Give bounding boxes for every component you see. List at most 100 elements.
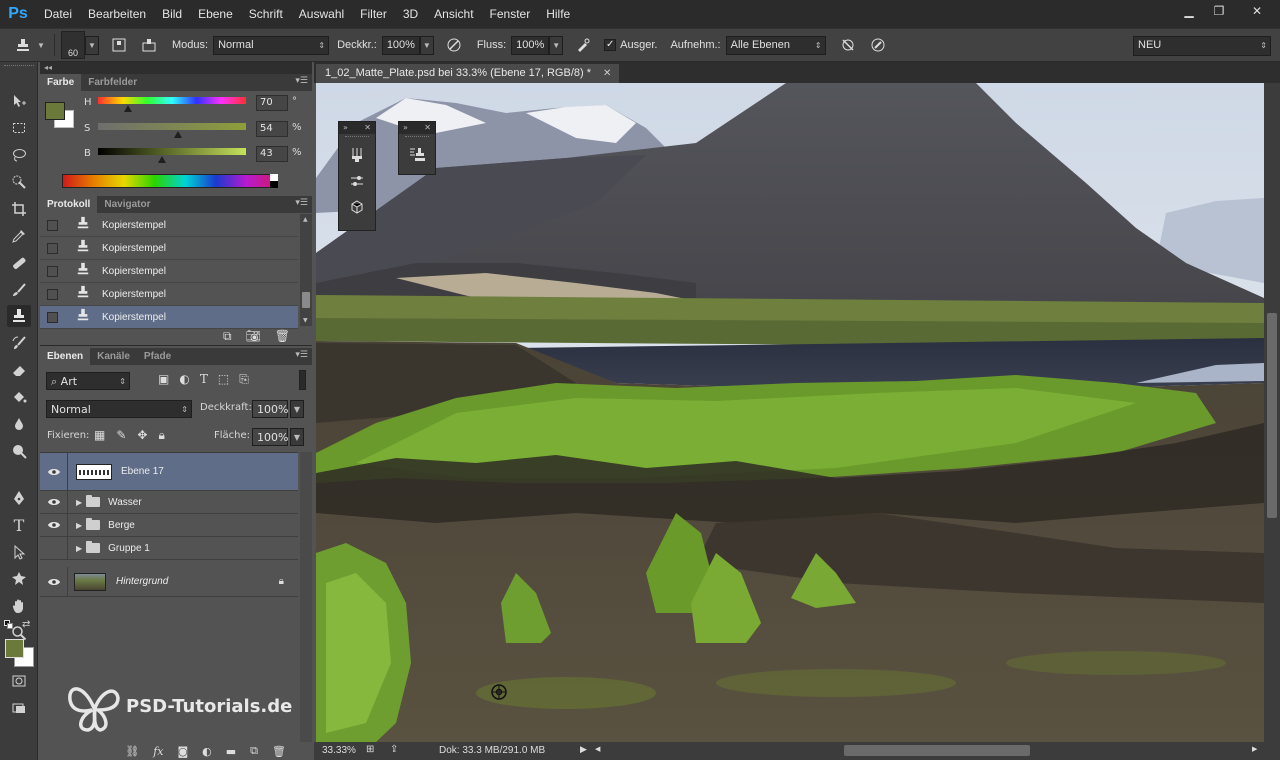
- canvas-vertical-scroll-thumb[interactable]: [1267, 313, 1277, 518]
- pen-tool-icon[interactable]: [7, 487, 31, 509]
- layer-opacity-slider-toggle[interactable]: ▼: [290, 400, 304, 418]
- scroll-left-icon[interactable]: ◀: [595, 745, 600, 753]
- document-canvas[interactable]: » ✕ » ✕: [316, 83, 1264, 742]
- menu-ansicht[interactable]: Ansicht: [426, 0, 481, 28]
- menu-filter[interactable]: Filter: [352, 0, 395, 28]
- opacity-slider-toggle[interactable]: ▼: [419, 35, 434, 55]
- canvas-horizontal-scroll-thumb[interactable]: [844, 745, 1030, 756]
- zoom-level[interactable]: 33.33%: [322, 745, 356, 756]
- panel-menu-icon[interactable]: ▾☰: [295, 350, 308, 360]
- type-tool-icon[interactable]: T: [7, 514, 31, 536]
- history-scroll-thumb[interactable]: [302, 292, 310, 308]
- filter-shape-icon[interactable]: ⬚: [218, 372, 229, 387]
- menu-3d[interactable]: 3D: [395, 0, 426, 28]
- layers-scrollbar[interactable]: [300, 452, 312, 742]
- slider-value-input[interactable]: 43: [256, 146, 288, 162]
- menu-auswahl[interactable]: Auswahl: [291, 0, 352, 28]
- tab-ebenen[interactable]: Ebenen: [40, 348, 91, 365]
- trash-icon[interactable]: 🗑︎: [272, 745, 286, 758]
- clone-stamp-preset-icon[interactable]: [11, 33, 35, 57]
- paint-bucket-tool-icon[interactable]: [7, 386, 31, 408]
- eye-icon[interactable]: [40, 491, 68, 513]
- layer-row[interactable]: ▶ Gruppe 1: [40, 537, 298, 560]
- lock-image-pixels-icon[interactable]: ✎: [116, 428, 126, 443]
- slider-thumb[interactable]: [123, 105, 132, 112]
- marquee-tool-icon[interactable]: [7, 117, 31, 139]
- brush-tool-icon[interactable]: [7, 279, 31, 301]
- airbrush-icon[interactable]: [571, 33, 595, 57]
- layer-row[interactable]: ▶ Berge: [40, 514, 298, 537]
- layer-style-icon[interactable]: fx: [153, 745, 163, 758]
- menu-bearbeiten[interactable]: Bearbeiten: [80, 0, 154, 28]
- history-snapshot-checkbox[interactable]: [47, 242, 58, 254]
- tab-farbfelder[interactable]: Farbfelder: [81, 74, 144, 91]
- blend-mode-select[interactable]: Normal ⇕: [46, 400, 192, 418]
- default-colors-icon[interactable]: [4, 620, 14, 630]
- healing-brush-tool-icon[interactable]: [7, 252, 31, 274]
- lasso-tool-icon[interactable]: [7, 144, 31, 166]
- eye-icon[interactable]: [40, 567, 68, 596]
- mode-select[interactable]: Normal ⇕: [213, 35, 330, 55]
- history-snapshot-checkbox[interactable]: [47, 265, 58, 277]
- new-adjustment-layer-icon[interactable]: ◐: [202, 745, 212, 758]
- color-ramp[interactable]: [62, 174, 278, 188]
- history-snapshot-checkbox[interactable]: [47, 219, 58, 231]
- slider-track[interactable]: [98, 97, 246, 104]
- hand-tool-icon[interactable]: [7, 595, 31, 617]
- share-icon[interactable]: ⇪: [390, 744, 398, 755]
- status-info-icon[interactable]: ⊞: [366, 744, 374, 755]
- scroll-right-icon[interactable]: ▶: [1252, 745, 1257, 753]
- clone-stamp-source-icon[interactable]: [399, 142, 435, 168]
- expand-group-icon[interactable]: ▶: [76, 498, 82, 507]
- history-snapshot-checkbox[interactable]: [47, 288, 58, 300]
- layer-row[interactable]: ▶ Wasser: [40, 491, 298, 514]
- slider-value-input[interactable]: 70: [256, 95, 288, 111]
- lock-position-icon[interactable]: ✥: [137, 428, 147, 443]
- layer-row[interactable]: Ebene 17: [40, 453, 298, 491]
- clone-source-panel-icon[interactable]: [137, 33, 161, 57]
- history-item[interactable]: Kopierstempel: [40, 214, 298, 237]
- panel-menu-icon[interactable]: ▾☰: [295, 76, 308, 86]
- filter-smart-object-icon[interactable]: ⎘: [239, 372, 249, 387]
- slider-track[interactable]: [98, 148, 246, 155]
- menu-fenster[interactable]: Fenster: [482, 0, 539, 28]
- fill-slider-toggle[interactable]: ▼: [290, 428, 304, 446]
- brush-presets-icon[interactable]: [339, 142, 375, 168]
- clone-stamp-tool-icon[interactable]: [7, 305, 31, 327]
- quick-mask-icon[interactable]: [7, 670, 31, 692]
- lock-all-icon[interactable]: 🔒︎: [158, 428, 164, 443]
- history-brush-tool-icon[interactable]: [7, 332, 31, 354]
- path-selection-tool-icon[interactable]: [7, 541, 31, 563]
- scroll-down-icon[interactable]: ▼: [303, 317, 308, 324]
- brush-panel-icon[interactable]: [107, 33, 131, 57]
- close-icon[interactable]: ✕: [364, 122, 371, 134]
- menu-hilfe[interactable]: Hilfe: [538, 0, 578, 28]
- opacity-input[interactable]: 100%: [381, 35, 420, 55]
- new-document-from-state-icon[interactable]: ⧉: [223, 329, 232, 344]
- slider-track[interactable]: [98, 123, 246, 130]
- ignore-adjustment-layers-icon[interactable]: [836, 33, 860, 57]
- menu-ebene[interactable]: Ebene: [190, 0, 241, 28]
- status-menu-arrow-icon[interactable]: ▶: [580, 744, 587, 755]
- filter-toggle-switch[interactable]: [299, 370, 306, 390]
- history-item[interactable]: Kopierstempel: [40, 237, 298, 260]
- menu-schrift[interactable]: Schrift: [241, 0, 291, 28]
- quick-selection-tool-icon[interactable]: [7, 171, 31, 193]
- slider-value-input[interactable]: 54: [256, 121, 288, 137]
- layer-opacity-input[interactable]: 100%: [252, 400, 288, 418]
- filter-type-icon[interactable]: T: [200, 372, 208, 387]
- slider-thumb[interactable]: [157, 156, 166, 163]
- move-tool-icon[interactable]: [7, 90, 31, 112]
- panels-collapse-bar[interactable]: ◂◂: [40, 62, 312, 74]
- tab-kanaele[interactable]: Kanäle: [90, 348, 137, 365]
- foreground-color-swatch[interactable]: [5, 639, 24, 658]
- canvas-vertical-scrollbar[interactable]: [1264, 83, 1280, 742]
- link-layers-icon[interactable]: ⛓︎: [125, 745, 139, 758]
- preset-dropdown-arrow[interactable]: ▼: [34, 36, 48, 55]
- tab-navigator[interactable]: Navigator: [97, 196, 157, 213]
- expand-icon[interactable]: »: [343, 122, 348, 134]
- shape-tool-icon[interactable]: [7, 568, 31, 590]
- layer-filter-select[interactable]: ⌕ Art ⇕: [46, 372, 130, 390]
- flow-slider-toggle[interactable]: ▼: [549, 35, 564, 55]
- brush-size-dropdown[interactable]: ▼: [85, 35, 99, 55]
